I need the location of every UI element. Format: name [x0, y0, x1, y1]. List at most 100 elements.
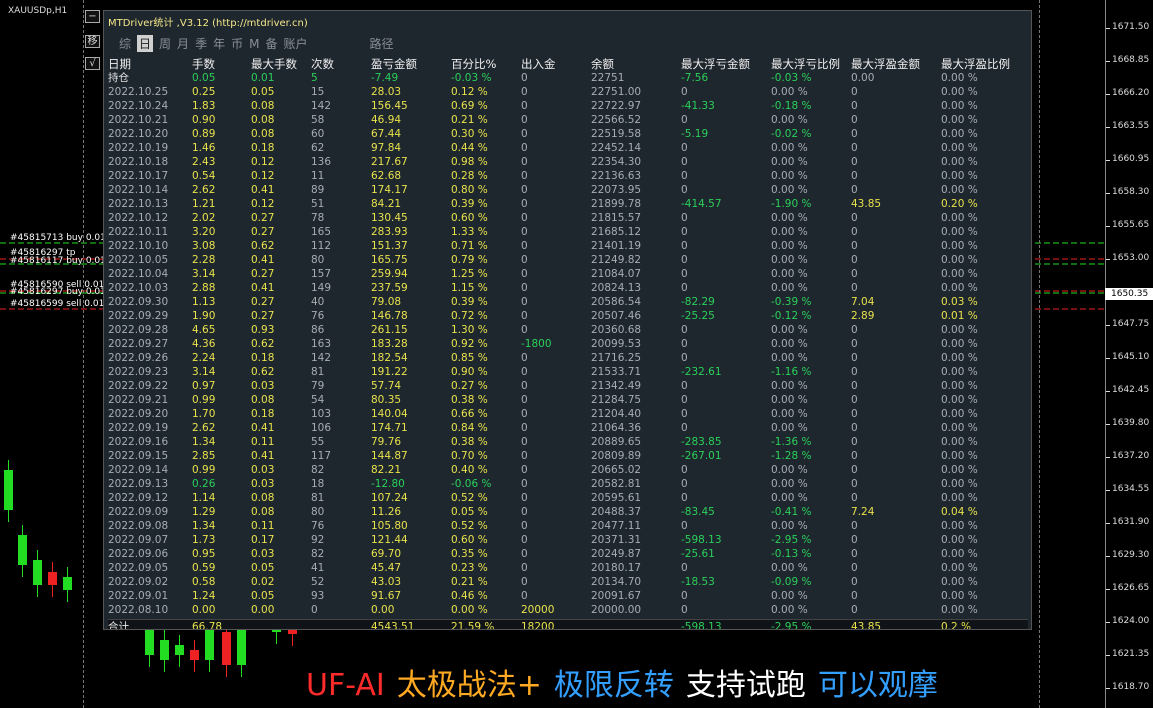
table-cell: 11.26 — [371, 506, 402, 518]
table-row[interactable]: 2022.09.07 1.73 0.17 92 121.44 0.60 % 0 20371.3… — [108, 533, 1028, 547]
table-cell: 0.00 % — [941, 170, 978, 182]
column-header[interactable]: 最大浮盈比例 — [941, 57, 1010, 71]
order-label[interactable]: #45816599 sell 0.01 — [10, 299, 104, 309]
table-cell: 0 — [681, 422, 688, 434]
table-row[interactable]: 2022.10.20 0.89 0.08 60 67.44 0.30 % 0 22519.58… — [108, 127, 1028, 141]
route-label[interactable]: 路径 — [370, 35, 394, 52]
column-header[interactable]: 盈亏金额 — [371, 57, 417, 71]
table-row[interactable]: 2022.10.21 0.90 0.08 58 46.94 0.21 % 0 22566.52… — [108, 113, 1028, 127]
tab-3[interactable]: 月 — [177, 35, 189, 52]
tab-4[interactable]: 季 — [195, 35, 207, 52]
column-header[interactable]: 百分比% — [451, 57, 496, 71]
panel-title: MTDriver统计 ,V3.12 (http://mtdriver.cn) — [108, 18, 308, 29]
table-row[interactable]: 2022.10.17 0.54 0.12 11 62.68 0.28 % 0 22136.63… — [108, 169, 1028, 183]
table-row[interactable]: 2022.09.09 1.29 0.08 80 11.26 0.05 % 0 20488.37… — [108, 505, 1028, 519]
table-row[interactable]: 持仓 0.05 0.01 5 -7.49 -0.03 % 0 22751 -7.56 -0.03 … — [108, 71, 1028, 85]
table-row[interactable]: 2022.08.10 0.00 0.00 0 0.00 0.00 % 20000 20000.… — [108, 603, 1028, 617]
table-cell: 2022.10.13 — [108, 198, 169, 210]
table-cell: 1.83 — [192, 100, 216, 112]
table-row[interactable]: 2022.09.15 2.85 0.41 117 144.87 0.70 % 0 20809.… — [108, 449, 1028, 463]
tab-8[interactable]: 备 — [265, 35, 277, 52]
table-row[interactable]: 2022.10.24 1.83 0.08 142 156.45 0.69 % 0 22722.… — [108, 99, 1028, 113]
table-row[interactable]: 2022.10.04 3.14 0.27 157 259.94 1.25 % 0 21084.… — [108, 267, 1028, 281]
table-row[interactable]: 2022.10.18 2.43 0.12 136 217.67 0.98 % 0 22354.… — [108, 155, 1028, 169]
table-cell: 84.21 — [371, 198, 402, 210]
column-header[interactable]: 出入金 — [521, 57, 556, 71]
table-row[interactable]: 2022.09.30 1.13 0.27 40 79.08 0.39 % 0 20586.54… — [108, 295, 1028, 309]
table-cell: 165.75 — [371, 254, 408, 266]
tab-0[interactable]: 综 — [119, 35, 131, 52]
minimize-button[interactable]: − — [85, 10, 100, 23]
table-row[interactable]: 2022.09.23 3.14 0.62 81 191.22 0.90 % 0 21533.7… — [108, 365, 1028, 379]
table-cell: 2022.09.01 — [108, 590, 169, 602]
check-button[interactable]: √ — [85, 57, 100, 70]
table-row[interactable]: 2022.09.22 0.97 0.03 79 57.74 0.27 % 0 21342.49… — [108, 379, 1028, 393]
table-cell: 89 — [311, 184, 325, 196]
table-row[interactable]: 2022.10.12 2.02 0.27 78 130.45 0.60 % 0 21815.5… — [108, 211, 1028, 225]
table-row[interactable]: 2022.09.20 1.70 0.18 103 140.04 0.66 % 0 21204.… — [108, 407, 1028, 421]
table-row[interactable]: 2022.09.01 1.24 0.05 93 91.67 0.46 % 0 20091.67… — [108, 589, 1028, 603]
table-row[interactable]: 2022.10.03 2.88 0.41 149 237.59 1.15 % 0 20824.… — [108, 281, 1028, 295]
table-cell: 0.58 — [192, 576, 216, 588]
column-header[interactable]: 次数 — [311, 57, 334, 71]
table-cell: 0.99 — [192, 394, 216, 406]
column-header[interactable]: 最大浮亏金额 — [681, 57, 750, 71]
move-button[interactable]: 移 — [85, 35, 100, 48]
order-label[interactable]: #45816297 buy 0.01 — [10, 287, 106, 297]
table-row[interactable]: 2022.10.14 2.62 0.41 89 174.17 0.80 % 0 22073.9… — [108, 183, 1028, 197]
price-tick: 1626.65 — [1105, 583, 1150, 593]
table-cell: 0.21 % — [451, 576, 488, 588]
column-header[interactable]: 余额 — [591, 57, 614, 71]
column-header[interactable]: 最大浮亏比例 — [771, 57, 840, 71]
table-row[interactable]: 2022.09.05 0.59 0.05 41 45.47 0.23 % 0 20180.17… — [108, 561, 1028, 575]
tab-6[interactable]: 币 — [231, 35, 243, 52]
column-header[interactable]: 手数 — [192, 57, 215, 71]
table-row[interactable]: 2022.09.02 0.58 0.02 52 43.03 0.21 % 0 20134.70… — [108, 575, 1028, 589]
table-cell: 21249.82 — [591, 254, 642, 266]
table-cell: 0.00 % — [941, 562, 978, 574]
table-row[interactable]: 2022.10.10 3.08 0.62 112 151.37 0.71 % 0 21401.… — [108, 239, 1028, 253]
table-row[interactable]: 2022.09.12 1.14 0.08 81 107.24 0.52 % 0 20595.6… — [108, 491, 1028, 505]
table-row[interactable]: 2022.10.05 2.28 0.41 80 165.75 0.79 % 0 21249.8… — [108, 253, 1028, 267]
table-row[interactable]: 2022.09.29 1.90 0.27 76 146.78 0.72 % 0 20507.4… — [108, 309, 1028, 323]
table-cell: 0.00 % — [941, 338, 978, 350]
table-row[interactable]: 2022.09.06 0.95 0.03 82 69.70 0.35 % 0 20249.87… — [108, 547, 1028, 561]
order-label[interactable]: #45815713 buy 0.01 — [10, 233, 106, 243]
tab-5[interactable]: 年 — [213, 35, 225, 52]
table-cell: 0 — [521, 394, 528, 406]
chart-symbol: XAUUSDp,H1 — [8, 6, 68, 16]
table-row[interactable]: 2022.09.28 4.65 0.93 86 261.15 1.30 % 0 20360.6… — [108, 323, 1028, 337]
column-header[interactable]: 日期 — [108, 57, 131, 71]
table-cell: 261.15 — [371, 324, 408, 336]
column-header[interactable]: 最大浮盈金额 — [851, 57, 920, 71]
table-row[interactable]: 2022.10.19 1.46 0.18 62 97.84 0.44 % 0 22452.14… — [108, 141, 1028, 155]
table-row[interactable]: 2022.09.08 1.34 0.11 76 105.80 0.52 % 0 20477.1… — [108, 519, 1028, 533]
price-axis[interactable]: 1671.50 1668.85 1666.20 1663.55 1660.95 1658.… — [1105, 0, 1153, 708]
table-cell: 20809.89 — [591, 450, 642, 462]
price-tick: 1642.45 — [1105, 385, 1150, 395]
table-row[interactable]: 2022.10.13 1.21 0.12 51 84.21 0.39 % 0 21899.78… — [108, 197, 1028, 211]
table-row[interactable]: 2022.09.21 0.99 0.08 54 80.35 0.38 % 0 21284.75… — [108, 393, 1028, 407]
tab-2[interactable]: 周 — [159, 35, 171, 52]
current-price-label: 1650.35 — [1105, 288, 1153, 300]
table-row[interactable]: 2022.09.27 4.36 0.62 163 183.28 0.92 % -1800 20… — [108, 337, 1028, 351]
table-row[interactable]: 2022.10.11 3.20 0.27 165 283.93 1.33 % 0 21685.… — [108, 225, 1028, 239]
table-row[interactable]: 2022.09.26 2.24 0.18 142 182.54 0.85 % 0 21716.… — [108, 351, 1028, 365]
table-cell: 55 — [311, 436, 325, 448]
tab-9[interactable]: 账户 — [283, 35, 307, 52]
table-row[interactable]: 2022.09.14 0.99 0.03 82 82.21 0.40 % 0 20665.02… — [108, 463, 1028, 477]
table-row[interactable]: 2022.09.16 1.34 0.11 55 79.76 0.38 % 0 20889.65… — [108, 435, 1028, 449]
table-row[interactable]: 2022.09.19 2.62 0.41 106 174.71 0.84 % 0 21064.… — [108, 421, 1028, 435]
table-row[interactable]: 2022.10.25 0.25 0.05 15 28.03 0.12 % 0 22751.00… — [108, 85, 1028, 99]
table-cell: 43.03 — [371, 576, 402, 588]
order-label[interactable]: #45816117 buy 0.01 — [10, 256, 106, 266]
table-cell: 1.34 — [192, 436, 216, 448]
tab-1[interactable]: 日 — [137, 35, 154, 52]
table-cell: 0.00 % — [771, 324, 808, 336]
table-cell: 2022.10.19 — [108, 142, 169, 154]
table-cell: 0.90 % — [451, 366, 488, 378]
column-header[interactable]: 最大手数 — [251, 57, 297, 71]
table-cell: 57.74 — [371, 380, 402, 392]
tab-7[interactable]: M — [249, 37, 259, 51]
table-row[interactable]: 2022.09.13 0.26 0.03 18 -12.80 -0.06 % 0 20582.… — [108, 477, 1028, 491]
